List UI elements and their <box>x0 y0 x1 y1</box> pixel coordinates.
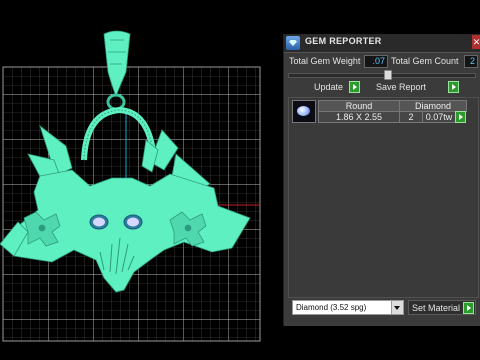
save-report-button[interactable] <box>448 81 459 93</box>
save-report-label: Save Report <box>376 82 427 92</box>
panel-titlebar[interactable]: GEM REPORTER ✕ <box>284 34 480 53</box>
material-select[interactable]: Diamond (3.52 spg) <box>292 300 404 315</box>
total-gem-count-value: 2 <box>464 55 478 68</box>
report-slider-track[interactable] <box>288 73 476 78</box>
gem-icon <box>286 36 300 50</box>
set-material-label: Set Material <box>412 303 461 313</box>
3d-viewport[interactable] <box>0 0 282 360</box>
model-view <box>0 30 261 342</box>
gem-size-cell: 1.86 X 2.55 <box>318 111 400 123</box>
gem-weight-cell: 0.07tw <box>422 111 456 123</box>
gem-reporter-panel: GEM REPORTER ✕ Total Gem Weight .07 Tota… <box>283 34 480 326</box>
close-icon[interactable]: ✕ <box>472 35 480 49</box>
gem-count-cell: 2 <box>399 111 423 123</box>
set-material-box: Set Material <box>408 300 476 315</box>
total-gem-count-label: Total Gem Count <box>391 56 459 66</box>
update-button[interactable] <box>349 81 360 93</box>
gem-list[interactable]: Round Diamond 1.86 X 2.55 2 0.07tw <box>288 97 479 298</box>
material-select-value: Diamond (3.52 spg) <box>296 303 367 312</box>
round-gem-icon <box>292 100 316 123</box>
total-gem-weight-value: .07 <box>364 55 388 68</box>
update-label: Update <box>314 82 344 92</box>
report-slider-handle[interactable] <box>384 70 392 80</box>
chevron-down-icon[interactable] <box>391 301 403 314</box>
gem-row-go-button[interactable] <box>455 111 466 123</box>
total-gem-weight-label: Total Gem Weight <box>289 56 361 66</box>
set-material-button[interactable] <box>463 302 474 314</box>
panel-title: GEM REPORTER <box>305 36 382 46</box>
